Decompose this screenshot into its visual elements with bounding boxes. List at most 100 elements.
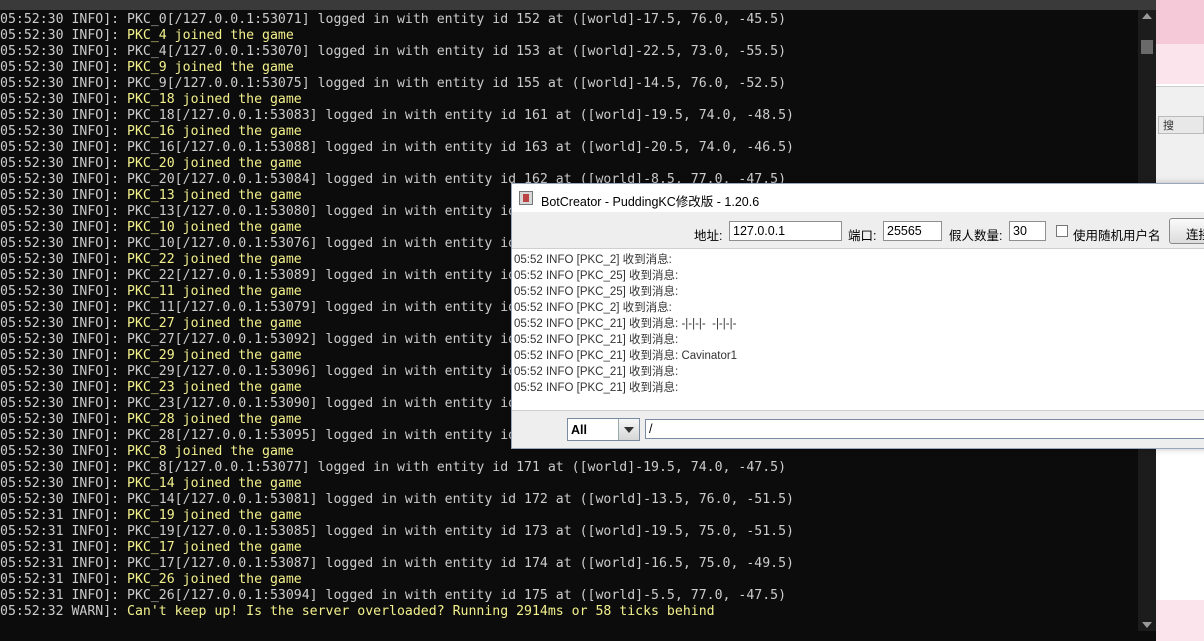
- console-line-timestamp: 05:52:30 INFO]:: [0, 380, 128, 395]
- console-line-message: PKC_28 joined the game: [127, 412, 302, 427]
- console-line: 05:52:30 INFO]: PKC_4[/127.0.0.1:53070] …: [0, 44, 1138, 60]
- console-line: 05:52:30 INFO]: PKC_16 joined the game: [0, 124, 1138, 140]
- console-title-strip: [0, 0, 1156, 10]
- console-line-message: PKC_10 joined the game: [127, 220, 302, 235]
- console-line-timestamp: 05:52:30 INFO]:: [0, 204, 128, 219]
- botcreator-titlebar[interactable]: BotCreator - PuddingKC修改版 - 1.20.6: [512, 184, 1204, 212]
- console-line-timestamp: 05:52:30 INFO]:: [0, 476, 128, 491]
- console-line-timestamp: 05:52:30 INFO]:: [0, 284, 128, 299]
- console-line-message: PKC_29 joined the game: [127, 348, 302, 363]
- console-line-timestamp: 05:52:30 INFO]:: [0, 76, 128, 91]
- console-line-timestamp: 05:52:30 INFO]:: [0, 236, 128, 251]
- bot-count-label: 假人数量:: [949, 229, 1003, 243]
- console-line-timestamp: 05:52:30 INFO]:: [0, 124, 128, 139]
- log-line: 05:52 INFO [PKC_21] 收到消息:: [514, 334, 679, 346]
- console-line-timestamp: 05:52:30 INFO]:: [0, 44, 128, 59]
- console-line-message: PKC_8[/127.0.0.1:53077] logged in with e…: [127, 460, 787, 475]
- command-input[interactable]: [645, 419, 1204, 439]
- console-line-message: PKC_27 joined the game: [127, 316, 302, 331]
- console-line-timestamp: 05:52:30 INFO]:: [0, 172, 128, 187]
- bot-count-input[interactable]: [1009, 221, 1046, 241]
- console-line: 05:52:30 INFO]: PKC_16[/127.0.0.1:53088]…: [0, 140, 1138, 156]
- console-line: 05:52:31 INFO]: PKC_17[/127.0.0.1:53087]…: [0, 556, 1138, 572]
- chevron-down-icon[interactable]: [618, 419, 639, 440]
- console-line: 05:52:30 INFO]: PKC_14 joined the game: [0, 476, 1138, 492]
- message-log: 05:52 INFO [PKC_2] 收到消息: 05:52 INFO [PKC_…: [512, 249, 1204, 411]
- background-search-button[interactable]: 搜: [1158, 116, 1204, 134]
- console-line-timestamp: 05:52:30 INFO]:: [0, 188, 128, 203]
- log-line: 05:52 INFO [PKC_2] 收到消息:: [514, 302, 672, 314]
- console-line: 05:52:30 INFO]: PKC_18[/127.0.0.1:53083]…: [0, 108, 1138, 124]
- log-line: 05:52 INFO [PKC_21] 收到消息:: [514, 366, 679, 378]
- console-line-timestamp: 05:52:30 INFO]:: [0, 348, 128, 363]
- console-line-message: PKC_27[/127.0.0.1:53092] logged in with …: [127, 332, 517, 347]
- background-pink-footer: [1156, 600, 1204, 641]
- console-line: 05:52:30 INFO]: PKC_18 joined the game: [0, 92, 1138, 108]
- console-line: 05:52:31 INFO]: PKC_19 joined the game: [0, 508, 1138, 524]
- console-line-message: PKC_0[/127.0.0.1:53071] logged in with e…: [127, 12, 787, 27]
- console-line-message: PKC_22[/127.0.0.1:53089] logged in with …: [127, 268, 517, 283]
- scroll-down-icon[interactable]: [1142, 622, 1152, 628]
- console-line-timestamp: 05:52:30 INFO]:: [0, 364, 128, 379]
- console-line-timestamp: 05:52:31 INFO]:: [0, 524, 128, 539]
- console-line-message: PKC_16[/127.0.0.1:53088] logged in with …: [127, 140, 794, 155]
- console-line-message: PKC_19 joined the game: [127, 508, 302, 523]
- scroll-thumb[interactable]: [1141, 40, 1153, 54]
- console-line: 05:52:30 INFO]: PKC_20 joined the game: [0, 156, 1138, 172]
- connect-button[interactable]: 连接: [1169, 218, 1204, 244]
- console-line-message: PKC_23 joined the game: [127, 380, 302, 395]
- console-line-timestamp: 05:52:30 INFO]:: [0, 60, 128, 75]
- console-line-message: Can't keep up! Is the server overloaded?…: [127, 604, 715, 619]
- console-line: 05:52:31 INFO]: PKC_17 joined the game: [0, 540, 1138, 556]
- port-label: 端口:: [848, 229, 877, 243]
- console-line-message: PKC_10[/127.0.0.1:53076] logged in with …: [127, 236, 517, 251]
- console-line-timestamp: 05:52:30 INFO]:: [0, 252, 128, 267]
- console-line-message: PKC_28[/127.0.0.1:53095] logged in with …: [127, 428, 517, 443]
- log-line: 05:52 INFO [PKC_21] 收到消息: Cavinator1: [514, 350, 738, 362]
- console-line-timestamp: 05:52:30 INFO]:: [0, 156, 128, 171]
- console-line-message: PKC_23[/127.0.0.1:53090] logged in with …: [127, 396, 517, 411]
- console-line-message: PKC_16 joined the game: [127, 124, 302, 139]
- console-line-timestamp: 05:52:31 INFO]:: [0, 588, 128, 603]
- console-line: 05:52:31 INFO]: PKC_26 joined the game: [0, 572, 1138, 588]
- console-line-timestamp: 05:52:30 INFO]:: [0, 396, 128, 411]
- scroll-up-icon[interactable]: [1142, 13, 1152, 19]
- background-pink-area: [1156, 0, 1204, 44]
- console-line: 05:52:31 INFO]: PKC_19[/127.0.0.1:53085]…: [0, 524, 1138, 540]
- address-input[interactable]: [729, 221, 842, 241]
- console-line-timestamp: 05:52:30 INFO]:: [0, 492, 128, 507]
- port-input[interactable]: [883, 221, 942, 241]
- console-line-timestamp: 05:52:30 INFO]:: [0, 332, 128, 347]
- console-line-timestamp: 05:52:30 INFO]:: [0, 28, 128, 43]
- console-line-timestamp: 05:52:30 INFO]:: [0, 92, 128, 107]
- console-line-timestamp: 05:52:30 INFO]:: [0, 444, 128, 459]
- window-title: BotCreator - PuddingKC修改版 - 1.20.6: [541, 195, 760, 209]
- random-username-checkbox[interactable]: [1056, 225, 1068, 237]
- console-line-message: PKC_9 joined the game: [127, 60, 294, 75]
- target-select[interactable]: All: [567, 418, 640, 441]
- log-line: 05:52 INFO [PKC_2] 收到消息:: [514, 254, 672, 266]
- console-line-timestamp: 05:52:32 WARN]:: [0, 604, 128, 619]
- console-line-message: PKC_26 joined the game: [127, 572, 302, 587]
- console-line-message: PKC_13 joined the game: [127, 188, 302, 203]
- console-line-message: PKC_29[/127.0.0.1:53096] logged in with …: [127, 364, 517, 379]
- console-line-message: PKC_19[/127.0.0.1:53085] logged in with …: [127, 524, 794, 539]
- console-line-message: PKC_11 joined the game: [127, 284, 302, 299]
- console-line: 05:52:30 INFO]: PKC_0[/127.0.0.1:53071] …: [0, 12, 1138, 28]
- console-line-timestamp: 05:52:30 INFO]:: [0, 220, 128, 235]
- console-line: 05:52:30 INFO]: PKC_9[/127.0.0.1:53075] …: [0, 76, 1138, 92]
- console-line: 05:52:30 INFO]: PKC_14[/127.0.0.1:53081]…: [0, 492, 1138, 508]
- console-line: 05:52:32 WARN]: Can't keep up! Is the se…: [0, 604, 1138, 620]
- console-line-message: PKC_14[/127.0.0.1:53081] logged in with …: [127, 492, 794, 507]
- console-line-timestamp: 05:52:31 INFO]:: [0, 540, 128, 555]
- console-line: 05:52:30 INFO]: PKC_9 joined the game: [0, 60, 1138, 76]
- console-line-timestamp: 05:52:30 INFO]:: [0, 316, 128, 331]
- address-label: 地址:: [694, 229, 723, 243]
- console-line-message: PKC_14 joined the game: [127, 476, 302, 491]
- background-panel: [1156, 86, 1204, 187]
- console-line-message: PKC_9[/127.0.0.1:53075] logged in with e…: [127, 76, 787, 91]
- background-pink-area-light: [1156, 44, 1204, 84]
- connection-toolbar: 地址: 端口: 假人数量: 使用随机用户名 连接: [512, 212, 1204, 249]
- target-select-value: All: [571, 423, 587, 437]
- console-line-timestamp: 05:52:30 INFO]:: [0, 12, 128, 27]
